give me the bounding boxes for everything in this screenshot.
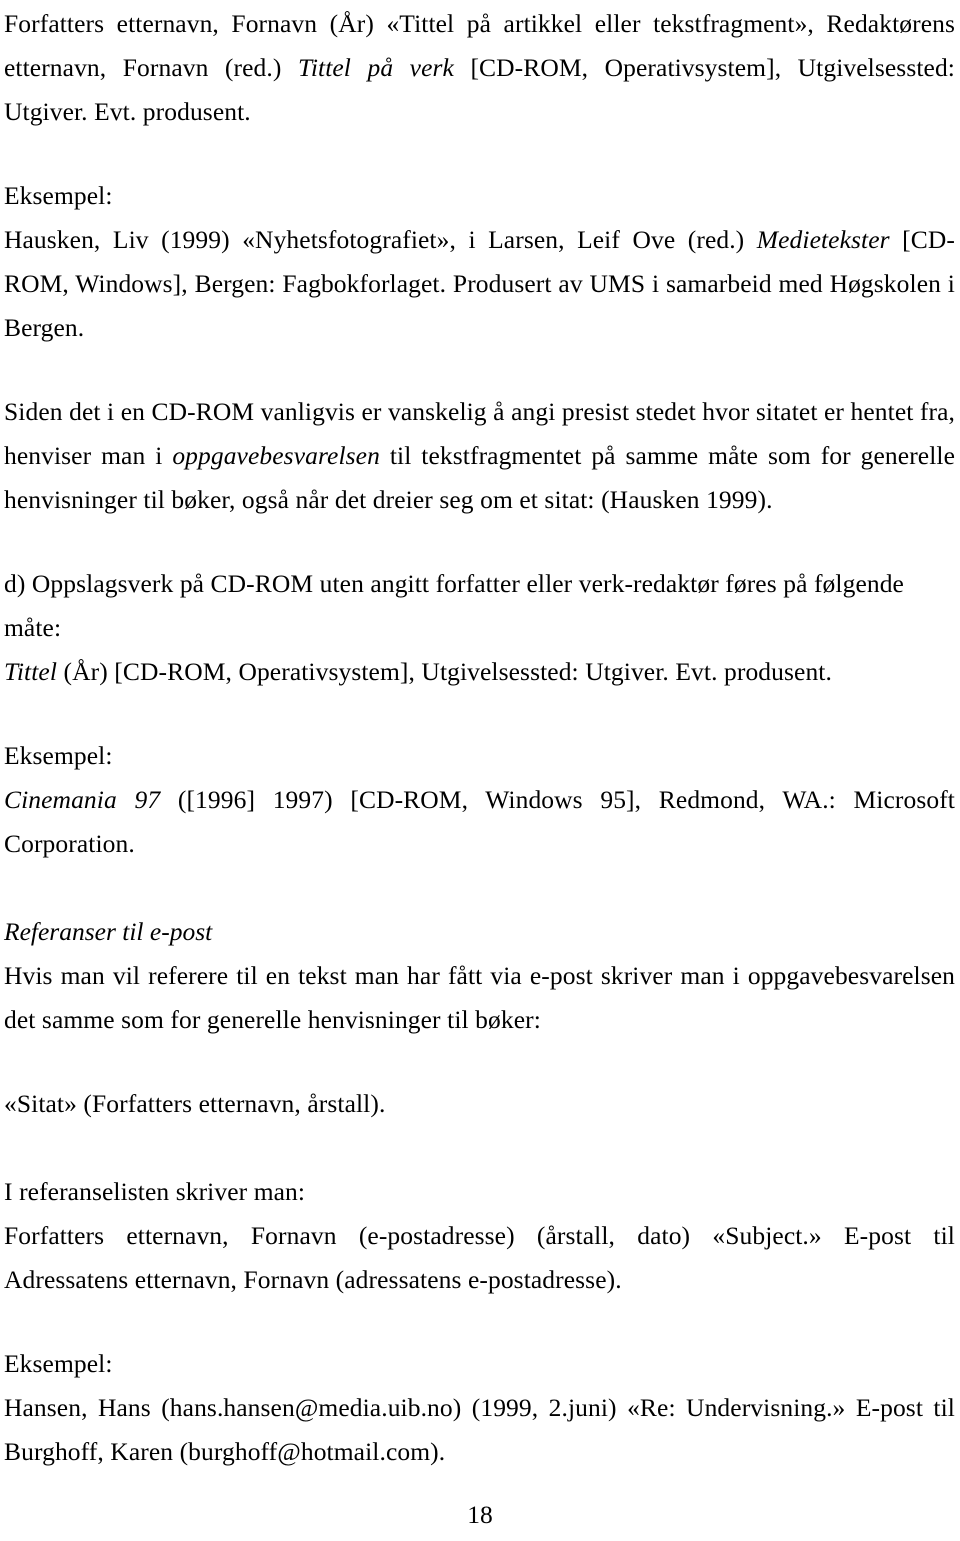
text-run-normal: Eksempel: [4, 1349, 113, 1378]
paragraph-referanselisten-intro: I referanselisten skriver man: [4, 1170, 955, 1214]
block-gap [4, 1042, 955, 1082]
text-run-normal: Eksempel: [4, 181, 113, 210]
block-gap [4, 522, 955, 562]
paragraph-epost-format: Forfatters etternavn, Fornavn (e-postadr… [4, 1214, 955, 1302]
text-run-italic: Tittel på verk [297, 53, 454, 82]
heading-referanser-til-e-post: Referanser til e-post [4, 910, 955, 954]
paragraph-epost-intro: Hvis man vil referere til en tekst man h… [4, 954, 955, 1042]
document-page: Forfatters etternavn, Fornavn (År) «Titt… [0, 0, 960, 1541]
paragraph-format-oppslagsverk: Tittel (År) [CD-ROM, Operativsystem], Ut… [4, 650, 955, 694]
label-eksempel-3: Eksempel: [4, 1342, 955, 1386]
block-gap [4, 1126, 955, 1170]
text-run-normal: Hansen, Hans (hans.hansen@media.uib.no) … [4, 1393, 955, 1466]
page-number: 18 [467, 1500, 493, 1529]
block-gap [4, 866, 955, 910]
text-run-italic: Cinemania 97 [4, 785, 161, 814]
block-gap [4, 694, 955, 734]
text-run-normal: (År) [CD-ROM, Operativsystem], Utgivelse… [57, 657, 832, 686]
paragraph-eksempel-hansen: Hansen, Hans (hans.hansen@media.uib.no) … [4, 1386, 955, 1474]
text-run-italic: oppgavebesvarelsen [172, 441, 380, 470]
text-run-normal: «Sitat» (Forfatters etternavn, årstall). [4, 1089, 386, 1118]
text-run-normal: I referanselisten skriver man: [4, 1177, 306, 1206]
paragraph-eksempel-cinemania: Cinemania 97 ([1996] 1997) [CD-ROM, Wind… [4, 778, 955, 866]
block-gap [4, 350, 955, 390]
paragraph-punkt-d-oppslagsverk: d) Oppslagsverk på CD-ROM uten angitt fo… [4, 562, 955, 650]
label-eksempel-1: Eksempel: [4, 174, 955, 218]
paragraph-cdrom-sitat-forklaring: Siden det i en CD-ROM vanligvis er vansk… [4, 390, 955, 522]
text-run-normal: Eksempel: [4, 741, 113, 770]
block-gap [4, 134, 955, 174]
text-run-italic: Medietekster [756, 225, 890, 254]
text-run-italic: Tittel [4, 657, 58, 686]
paragraph-eksempel-hausken: Hausken, Liv (1999) «Nyhetsfotografiet»,… [4, 218, 955, 350]
text-run-normal: Hvis man vil referere til en tekst man h… [4, 961, 955, 1034]
paragraph-sitat-format: «Sitat» (Forfatters etternavn, årstall). [4, 1082, 955, 1126]
text-run-normal: Forfatters etternavn, Fornavn (e-postadr… [4, 1221, 955, 1294]
text-run-normal: Hausken, Liv (1999) «Nyhetsfotografiet»,… [4, 225, 757, 254]
text-run-normal: d) Oppslagsverk på CD-ROM uten angitt fo… [4, 569, 904, 642]
block-gap [4, 1302, 955, 1342]
paragraph-ref-format-article-cdrom: Forfatters etternavn, Fornavn (År) «Titt… [4, 2, 955, 134]
label-eksempel-2: Eksempel: [4, 734, 955, 778]
text-run-italic: Referanser til e-post [4, 917, 213, 946]
